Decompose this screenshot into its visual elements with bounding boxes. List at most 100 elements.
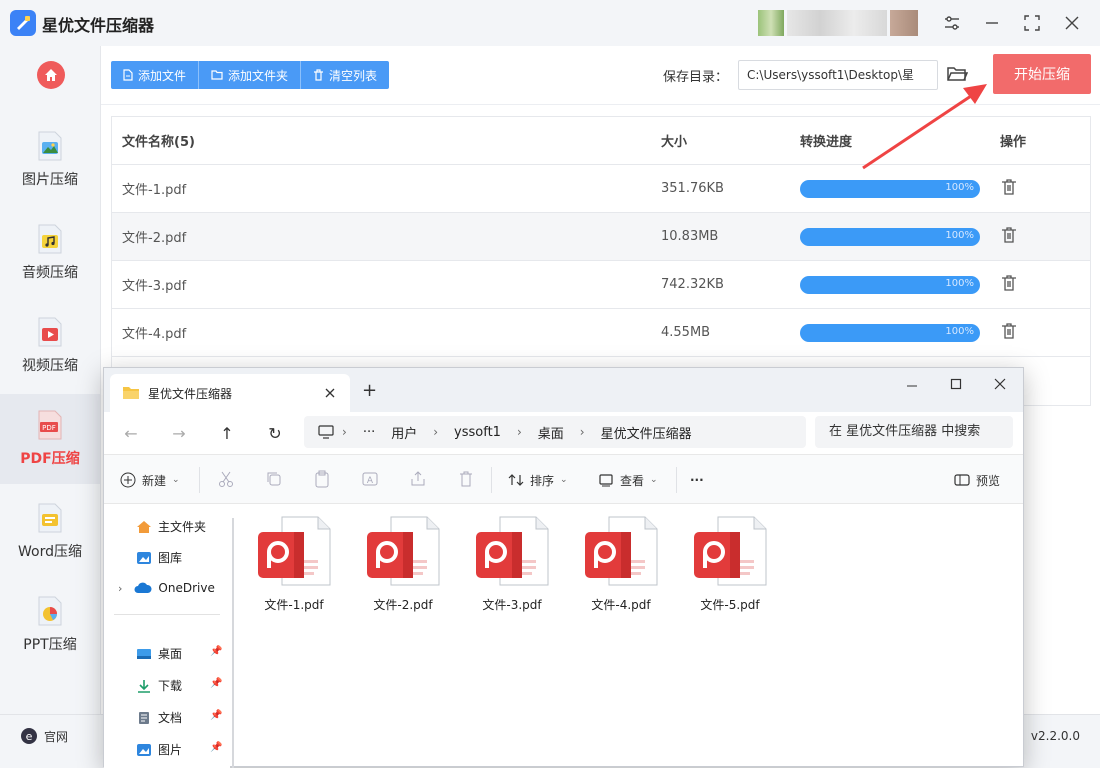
audio-compress-icon — [36, 224, 64, 254]
file-item[interactable]: 文件-2.pdf — [353, 516, 453, 613]
header-action: 操作 — [1000, 135, 1027, 150]
home-icon — [137, 520, 151, 533]
start-compress-button[interactable]: 开始压缩 — [993, 54, 1091, 94]
file-item[interactable]: 文件-4.pdf — [571, 516, 671, 613]
breadcrumb-item[interactable]: 星优文件压缩器 — [601, 423, 692, 442]
table-row[interactable]: 文件-4.pdf 4.55MB 100% — [112, 309, 1090, 357]
chevron-right-icon: › — [433, 425, 439, 439]
nav-home[interactable]: 主文件夹 — [136, 518, 206, 535]
more-path-icon[interactable]: ··· — [363, 425, 375, 440]
divider — [491, 467, 492, 493]
close-tab-icon[interactable] — [324, 387, 336, 399]
delete-icon[interactable] — [1000, 226, 1018, 244]
sidebar-scrollbar[interactable] — [232, 518, 234, 768]
delete-icon[interactable] — [1000, 178, 1018, 196]
preview-pane-icon — [954, 474, 970, 486]
file-item[interactable]: 文件-1.pdf — [244, 516, 344, 613]
share-icon[interactable] — [409, 470, 427, 488]
nav-onedrive[interactable]: › OneDrive — [118, 581, 215, 595]
save-directory-label: 保存目录： — [663, 70, 729, 85]
delete-icon[interactable] — [457, 470, 475, 488]
file-size: 10.83MB — [661, 229, 719, 244]
pin-icon: 📌 — [210, 646, 223, 657]
delete-icon[interactable] — [1000, 274, 1018, 292]
explorer-close-icon[interactable] — [980, 372, 1020, 396]
home-icon[interactable] — [37, 61, 65, 89]
table-row[interactable]: 文件-2.pdf 10.83MB 100% — [112, 213, 1090, 261]
add-file-button[interactable]: 添加文件 — [111, 61, 200, 89]
app-title: 星优文件压缩器 — [42, 16, 155, 35]
image-compress-icon — [36, 131, 64, 161]
sidebar: 图片压缩 音频压缩 视频压缩 PDF PDF压缩 Word压缩 PPT压缩 — [0, 46, 100, 714]
settings-icon[interactable] — [938, 10, 966, 36]
trash-icon — [314, 69, 324, 81]
file-size: 742.32KB — [661, 277, 724, 292]
sidebar-item-image[interactable]: 图片压缩 — [0, 115, 100, 205]
preview-button[interactable]: 预览 — [954, 468, 1000, 492]
new-tab-icon[interactable]: + — [362, 380, 377, 401]
paste-icon[interactable] — [313, 470, 331, 488]
header-size: 大小 — [661, 135, 688, 150]
rename-icon[interactable]: A — [361, 470, 379, 488]
file-explorer-window: 星优文件压缩器 + ← → ↑ ↻ › ··· 用户 › yssoft1 › 桌… — [103, 367, 1024, 768]
cut-icon[interactable] — [217, 470, 235, 488]
nav-documents[interactable]: 文档 — [136, 709, 182, 726]
nav-downloads[interactable]: 下载 — [136, 677, 182, 694]
user-avatar[interactable] — [758, 10, 922, 36]
new-button[interactable]: 新建 ⌄ — [120, 468, 180, 492]
file-item[interactable]: 文件-3.pdf — [462, 516, 562, 613]
breadcrumb-item[interactable]: 桌面 — [538, 423, 564, 442]
progress-label: 100% — [945, 325, 974, 337]
progress-label: 100% — [945, 229, 974, 241]
delete-icon[interactable] — [1000, 322, 1018, 340]
explorer-maximize-icon[interactable] — [936, 372, 976, 396]
back-icon[interactable]: ← — [120, 422, 142, 444]
sidebar-item-ppt[interactable]: PPT压缩 — [0, 580, 100, 670]
forward-icon[interactable]: → — [168, 422, 190, 444]
file-name: 文件-4.pdf — [591, 598, 651, 612]
sidebar-item-video[interactable]: 视频压缩 — [0, 301, 100, 391]
desktop-icon — [137, 648, 151, 659]
address-bar[interactable]: › ··· 用户 › yssoft1 › 桌面 › 星优文件压缩器 — [304, 416, 806, 448]
clear-list-button[interactable]: 清空列表 — [301, 61, 390, 89]
chevron-right-icon: › — [342, 425, 347, 439]
close-icon[interactable] — [1058, 10, 1086, 36]
nav-gallery[interactable]: 图库 — [136, 549, 182, 566]
sidebar-item-pdf[interactable]: PDF PDF压缩 — [0, 394, 100, 484]
nav-pictures[interactable]: 图片 — [136, 741, 182, 758]
copy-icon[interactable] — [265, 470, 283, 488]
table-row[interactable]: 文件-3.pdf 742.32KB 100% — [112, 261, 1090, 309]
search-input[interactable]: 在 星优文件压缩器 中搜索 — [815, 416, 1013, 448]
add-folder-button[interactable]: 添加文件夹 — [199, 61, 302, 89]
progress-bar: 100% — [800, 275, 980, 294]
breadcrumb-item[interactable]: yssoft1 — [454, 425, 501, 440]
refresh-icon[interactable]: ↻ — [264, 422, 286, 444]
minimize-icon[interactable] — [978, 10, 1006, 36]
pdf-file-icon — [258, 516, 331, 586]
progress-label: 100% — [945, 277, 974, 289]
sort-button[interactable]: 排序 ⌄ — [508, 468, 568, 492]
svg-text:e: e — [26, 730, 33, 743]
more-options-button[interactable]: ··· — [690, 468, 704, 492]
official-site-link[interactable]: e 官网 — [20, 727, 68, 745]
folder-icon — [211, 70, 223, 80]
breadcrumb-item[interactable]: 用户 — [391, 423, 417, 442]
file-size: 351.76KB — [661, 181, 724, 196]
app-logo — [10, 10, 36, 36]
nav-desktop[interactable]: 桌面 — [136, 645, 182, 662]
gallery-icon — [137, 551, 151, 564]
maximize-icon[interactable] — [1018, 10, 1046, 36]
sidebar-item-word[interactable]: Word压缩 — [0, 487, 100, 577]
divider — [114, 614, 220, 615]
explorer-tab[interactable]: 星优文件压缩器 — [110, 374, 350, 412]
view-button[interactable]: 查看 ⌄ — [598, 468, 658, 492]
up-icon[interactable]: ↑ — [216, 422, 238, 444]
pdf-compress-icon: PDF — [36, 410, 64, 440]
sidebar-item-audio[interactable]: 音频压缩 — [0, 208, 100, 298]
pin-icon: 📌 — [210, 742, 223, 753]
pdf-file-icon — [585, 516, 658, 586]
progress-bar: 100% — [800, 323, 980, 342]
pdf-file-icon — [476, 516, 549, 586]
file-item[interactable]: 文件-5.pdf — [680, 516, 780, 613]
explorer-minimize-icon[interactable] — [892, 372, 932, 396]
